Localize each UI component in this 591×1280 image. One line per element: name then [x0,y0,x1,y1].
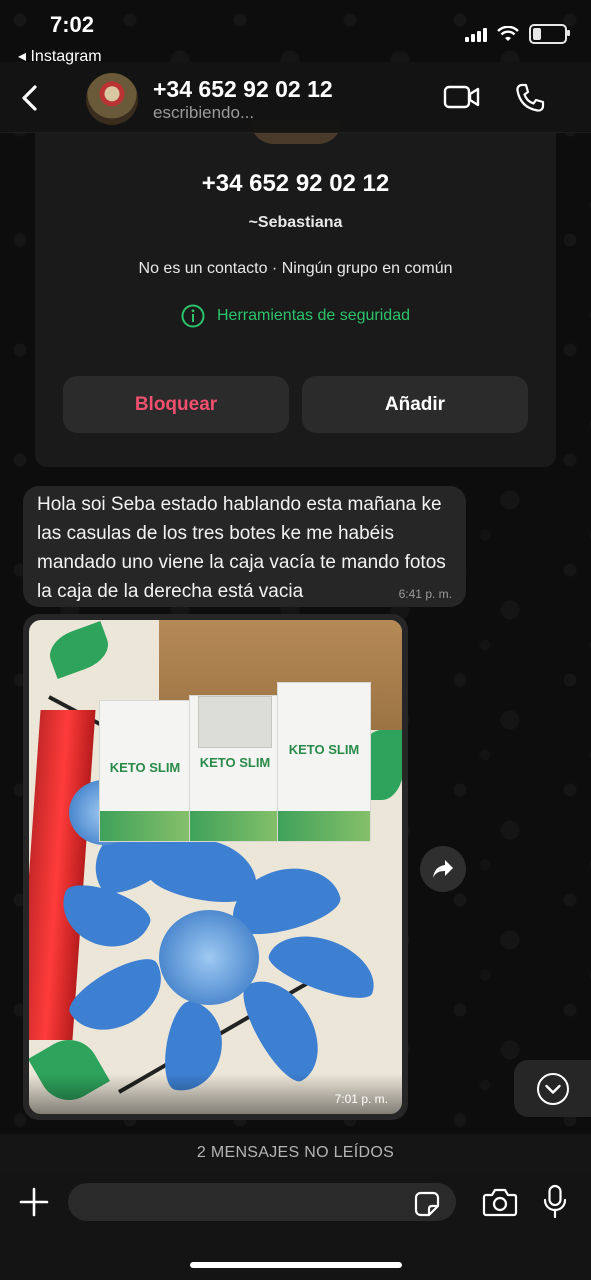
attach-button[interactable] [16,1184,52,1220]
photo-product-box-left: KETO SLIM [99,700,191,842]
contact-info-card: +34 652 92 02 12 ~Sebastiana No es un co… [35,120,556,467]
photo-timestamp: 7:01 p. m. [334,1092,388,1106]
status-icons [465,24,570,44]
share-forward-icon [433,860,453,878]
chat-header: +34 652 92 02 12 escribiendo... [0,62,591,133]
box-brand-label: KETO SLIM [199,755,271,770]
block-button[interactable]: Bloquear [63,376,289,433]
sticker-icon[interactable] [413,1190,441,1218]
camera-icon[interactable] [482,1187,518,1217]
message-timestamp: 6:41 p. m. [398,587,452,601]
card-push-name: ~Sebastiana [248,214,343,231]
back-button[interactable] [14,80,44,116]
contact-name[interactable]: +34 652 92 02 12 [153,76,333,103]
wifi-icon [497,26,519,41]
chevron-down-icon [536,1072,569,1105]
contact-avatar[interactable] [86,73,138,125]
add-contact-button[interactable]: Añadir [302,376,528,433]
typing-status: escribiendo... [153,103,255,122]
scroll-to-bottom-button[interactable] [514,1060,591,1117]
info-circle-icon [181,304,205,328]
unread-messages-banner: 2 MENSAJES NO LEÍDOS [0,1134,591,1172]
box-brand-label: KETO SLIM [109,760,181,775]
box-brand-label: KETO SLIM [288,742,360,757]
security-tools-label: Herramientas de seguridad [217,307,410,324]
status-bar: 7:02 ◂ Instagram [0,0,591,70]
home-indicator [190,1262,402,1268]
microphone-icon[interactable] [542,1184,568,1220]
back-to-instagram-link[interactable]: ◂ Instagram [18,46,102,66]
photo-attachment[interactable]: KETO SLIM KETO SLIM KETO SLIM 7:01 p. m. [29,620,402,1114]
cellular-signal-icon [465,26,487,42]
photo-flower-center [159,910,259,1005]
plus-icon [19,1187,49,1217]
photo-message-bubble[interactable]: KETO SLIM KETO SLIM KETO SLIM 7:01 p. m. [23,614,408,1120]
photo-pattern-leaf [43,620,115,680]
forward-button[interactable] [420,846,466,892]
back-chevron-icon [22,85,37,111]
battery-icon [529,24,570,44]
message-composer [0,1172,591,1280]
card-phone-number: +34 652 92 02 12 [201,170,390,197]
phone-call-icon[interactable] [514,82,546,114]
card-contact-note: No es un contacto · Ningún grupo en comú… [138,260,453,277]
photo-product-box-middle: KETO SLIM [189,695,281,842]
security-tools-link[interactable]: Herramientas de seguridad [35,304,556,328]
message-text: Hola soi Seba estado hablando esta mañan… [37,494,446,602]
message-input[interactable] [68,1183,456,1221]
message-bubble[interactable]: Hola soi Seba estado hablando esta mañan… [23,486,466,607]
status-time: 7:02 [50,12,95,37]
photo-product-box-right: KETO SLIM [277,682,371,842]
video-call-icon[interactable] [443,84,481,110]
